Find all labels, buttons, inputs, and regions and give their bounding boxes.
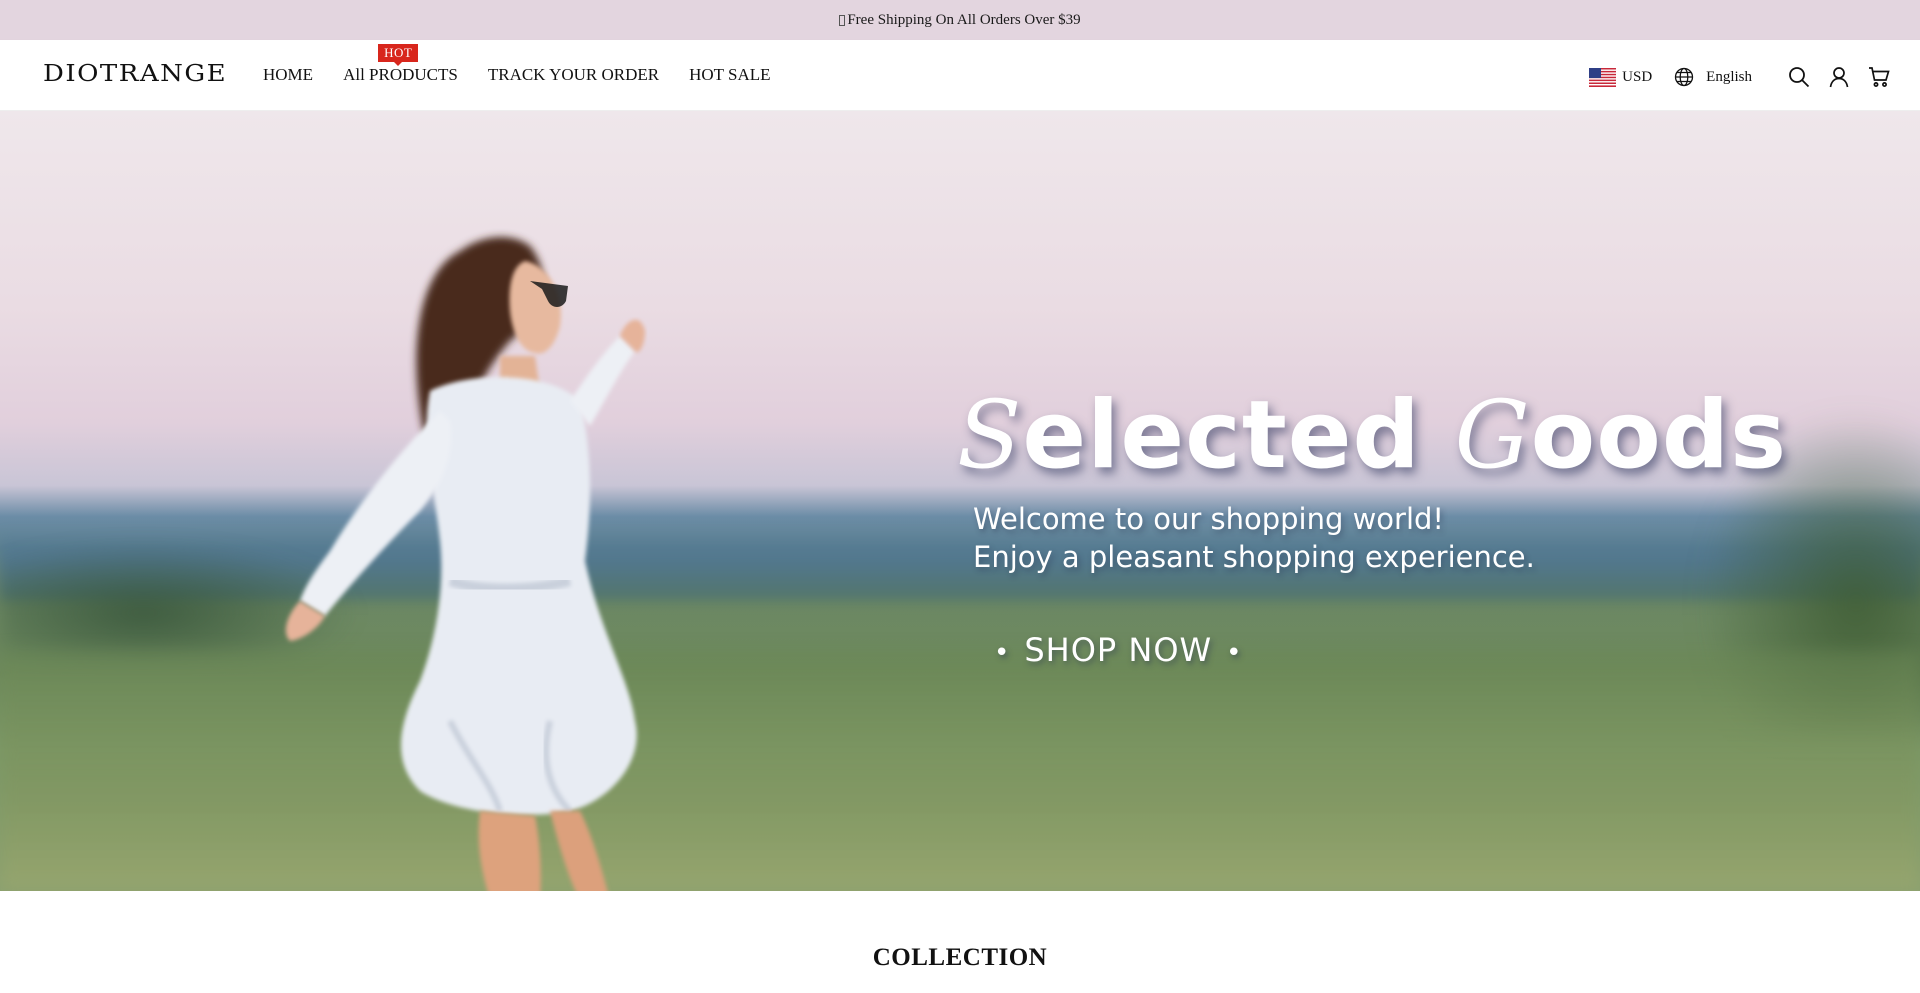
nav-track-order[interactable]: TRACK YOUR ORDER (488, 65, 659, 85)
hero-model-image (285, 236, 645, 891)
hero-subtitle-line-2: Enjoy a pleasant shopping experience. (973, 540, 1535, 574)
hero-subtitle-line-1: Welcome to our shopping world! (973, 502, 1445, 536)
nav-all-products[interactable]: HOT All PRODUCTS (343, 44, 458, 85)
collection-heading: COLLECTION (872, 944, 1048, 971)
cart-icon[interactable] (1868, 66, 1890, 88)
us-flag-icon[interactable] (1589, 67, 1617, 87)
announcement-bar: Free Shipping On All Orders Over $39 (0, 0, 1920, 40)
hero-title-word-1: elected (1022, 381, 1421, 490)
missing-glyph-icon (839, 14, 846, 26)
hero-title-initial-s: S (957, 381, 1023, 490)
shop-now-label: SHOP NOW (1024, 631, 1213, 669)
nav-home-label: HOME (263, 65, 314, 84)
nav-home[interactable]: HOME (263, 65, 313, 85)
nav-hot-sale[interactable]: HOT SALE (689, 65, 770, 85)
hero-title-word-2: oods (1530, 381, 1788, 490)
shop-now-button[interactable]: • SHOP NOW • (980, 631, 1256, 669)
site-header: DIOTRANGE HOME HOT All PRODUCTS TRACK YO… (0, 40, 1920, 111)
header-tools: USD English (1589, 62, 1890, 92)
nav-hot-sale-label: HOT SALE (689, 65, 771, 84)
bullet-left: • (994, 638, 1011, 668)
currency-selector[interactable]: USD (1622, 69, 1652, 86)
main-nav: HOME HOT All PRODUCTS TRACK YOUR ORDER H… (263, 44, 801, 85)
hero-title-initial-g: G (1454, 381, 1531, 490)
hero-title: Selected Goods (957, 381, 1787, 490)
hero-subtitle: Welcome to our shopping world! Enjoy a p… (973, 500, 1535, 576)
logo[interactable]: DIOTRANGE (43, 61, 227, 87)
language-selector[interactable]: English (1706, 69, 1752, 86)
nav-all-products-label: All PRODUCTS (343, 65, 458, 84)
nav-track-order-label: TRACK YOUR ORDER (487, 65, 660, 84)
bullet-right: • (1226, 638, 1243, 668)
account-icon[interactable] (1828, 66, 1850, 88)
hot-badge: HOT (378, 44, 419, 66)
announcement-text: Free Shipping On All Orders Over $39 (847, 11, 1081, 28)
globe-icon[interactable] (1674, 67, 1694, 87)
search-icon[interactable] (1788, 66, 1810, 88)
hero-banner[interactable]: Selected Goods Welcome to our shopping w… (0, 111, 1920, 891)
